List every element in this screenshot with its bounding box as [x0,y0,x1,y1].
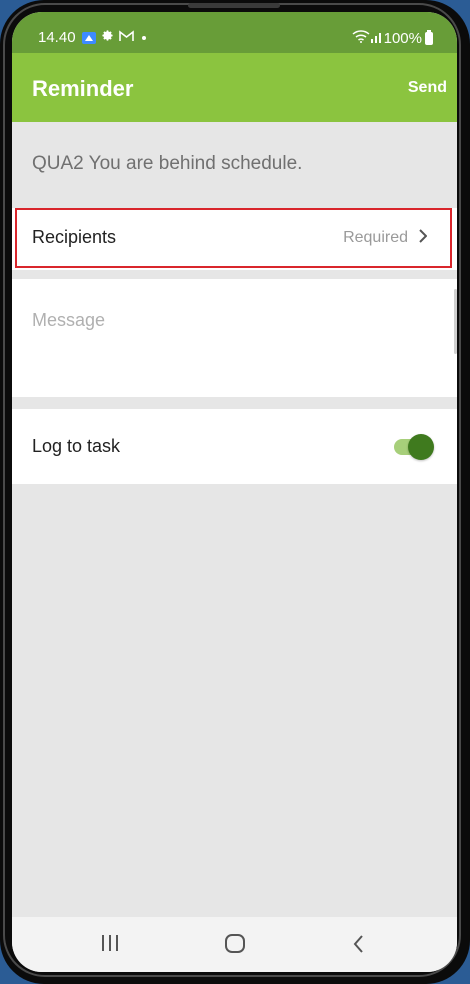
log-to-task-label: Log to task [32,436,121,456]
back-icon[interactable] [352,934,366,959]
battery-icon [425,29,433,45]
home-icon[interactable] [224,934,246,959]
message-field[interactable]: Message [12,279,457,397]
toggle-knob [408,434,434,460]
send-button[interactable]: Send [408,79,447,97]
gmail-icon [118,29,134,46]
phone-screen: 14.40 100% Reminder Send QUA2 You are be… [12,12,457,972]
log-to-task-row: Log to task [12,409,457,484]
status-time: 14.40 [38,29,76,46]
phone-frame: 14.40 100% Reminder Send QUA2 You are be… [0,0,470,984]
gallery-icon [81,31,96,44]
app-bar: Reminder Send [12,53,457,122]
signal-icon [370,30,384,47]
status-left: 14.40 [38,29,154,46]
wifi-icon [352,29,370,47]
recent-apps-icon[interactable] [100,934,120,957]
page-title: Reminder [32,76,134,101]
recipients-row[interactable]: Recipients Required [12,208,457,270]
earpiece-speaker [188,3,280,8]
status-right: 100% [352,29,433,47]
message-placeholder: Message [32,310,106,330]
recipients-required-text: Required [343,229,408,246]
reminder-subject: QUA2 You are behind schedule. [32,153,303,174]
log-to-task-toggle[interactable] [394,434,436,460]
scroll-indicator [454,289,457,354]
chevron-right-icon [419,229,427,243]
navigation-bar [12,917,457,972]
status-bar: 14.40 100% [12,12,457,53]
recipients-label: Recipients [32,227,117,247]
battery-percent: 100% [383,29,422,47]
gear-icon [101,29,114,46]
dot-icon [139,29,149,46]
